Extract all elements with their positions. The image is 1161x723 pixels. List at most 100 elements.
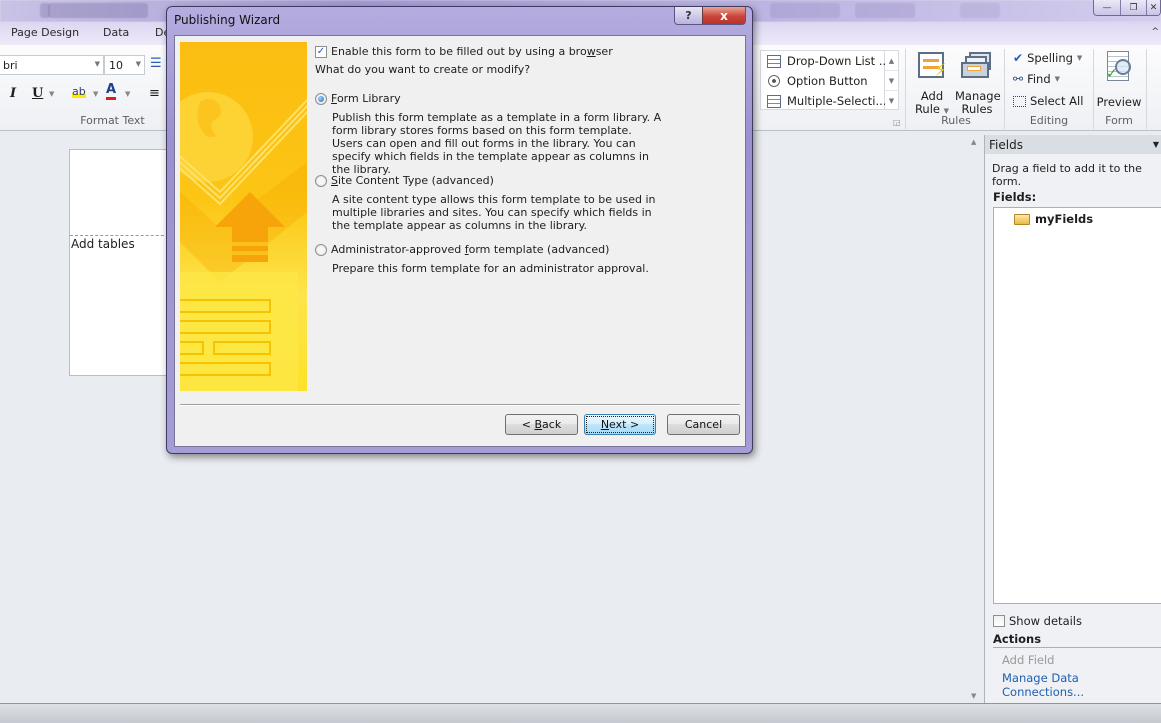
group-label-format-text: Format Text <box>80 114 145 127</box>
option-label: Site Content Type (advanced) <box>331 174 494 187</box>
dialog-separator <box>180 404 740 406</box>
font-name-value: bri <box>3 59 18 72</box>
option-admin-approved[interactable]: Administrator-approved form template (ad… <box>315 243 609 256</box>
taskbar-blur <box>48 3 148 18</box>
button-accesskey: N <box>600 418 610 431</box>
align-left-icon[interactable]: ≡ <box>149 86 160 101</box>
section-divider <box>70 235 179 236</box>
actions-heading: Actions <box>993 632 1161 648</box>
gallery-item-dropdown[interactable]: Drop-Down List ... <box>767 54 890 68</box>
spelling-icon: ✔ <box>1013 51 1024 65</box>
highlight-button[interactable]: ab <box>72 85 86 98</box>
add-field-link[interactable]: Add Field <box>1002 653 1054 667</box>
find-button[interactable]: ⚯ Find ▼ <box>1013 72 1060 86</box>
help-icon: ? <box>685 9 692 22</box>
dialog-title: Publishing Wizard <box>174 13 281 27</box>
add-tables-placeholder[interactable]: Add tables <box>71 237 135 251</box>
fields-label: Fields: <box>993 190 1037 204</box>
spelling-label: Spelling <box>1027 51 1073 65</box>
tab-data[interactable]: Data <box>103 26 129 39</box>
manage-rules-button[interactable]: Manage Rules <box>955 50 1001 116</box>
gallery-scroll-down-icon[interactable]: ▼ <box>885 71 898 91</box>
option-description: Publish this form template as a template… <box>332 111 662 176</box>
window-controls: — ❐ ✕ <box>1093 0 1161 16</box>
dialog-launcher-icon[interactable]: ◲ <box>893 118 901 127</box>
spelling-button[interactable]: ✔ Spelling ▼ <box>1013 51 1082 65</box>
select-all-button[interactable]: Select All <box>1013 94 1083 108</box>
multiple-selection-icon <box>767 94 781 108</box>
form-canvas[interactable]: Add tables <box>69 149 179 376</box>
back-button[interactable]: < Back <box>505 414 578 435</box>
group-label-rules: Rules <box>941 114 971 127</box>
bullets-icon[interactable]: ☰ <box>150 56 162 71</box>
gallery-more-icon[interactable]: ▼ <box>885 91 898 111</box>
globe-upload-illustration <box>180 92 307 391</box>
chevron-down-icon[interactable]: ▼ <box>1153 140 1159 149</box>
gallery-scroll-up-icon[interactable]: ▲ <box>885 51 898 71</box>
close-dialog-button[interactable]: x <box>702 7 745 24</box>
select-all-icon <box>1013 95 1026 107</box>
label-text: ite Content Type (advanced) <box>337 174 494 187</box>
chevron-down-icon[interactable]: ▼ <box>125 90 130 98</box>
label-accesskey: w <box>586 45 596 58</box>
font-size-value: 10 <box>109 59 123 72</box>
chevron-down-icon[interactable]: ▼ <box>93 90 98 98</box>
close-icon: ✕ <box>1149 2 1158 13</box>
radio-selected-icon[interactable] <box>315 92 327 105</box>
help-button[interactable]: ? <box>675 7 702 24</box>
underline-button[interactable]: U <box>32 86 43 101</box>
option-form-library[interactable]: Form Library <box>315 92 401 105</box>
radio-icon[interactable] <box>315 174 327 187</box>
chevron-down-icon: ▼ <box>1076 54 1083 62</box>
font-name-combo[interactable]: bri ▼ <box>0 55 104 75</box>
show-details-checkbox[interactable]: Show details <box>993 614 1082 628</box>
enable-browser-checkbox[interactable]: ✓ Enable this form to be filled out by u… <box>315 45 613 58</box>
tab-page-design[interactable]: Page Design <box>11 26 79 39</box>
group-separator <box>905 49 906 129</box>
label-text: Administrator-approved <box>331 243 465 256</box>
collapse-ribbon-icon[interactable]: ^ <box>1151 27 1159 37</box>
fields-task-pane: Fields ▼ Drag a field to add it to the f… <box>984 135 1161 703</box>
focus-rect: Next > <box>585 416 655 433</box>
add-rule-button[interactable]: ⚡ Add Rule ▼ <box>912 50 952 118</box>
checkbox-icon[interactable] <box>993 615 1005 627</box>
scroll-down-icon[interactable]: ▼ <box>971 692 976 700</box>
option-label: Administrator-approved form template (ad… <box>331 243 609 256</box>
option-description: Prepare this form template for an admini… <box>332 262 649 275</box>
tree-item-myfields[interactable]: myFields <box>1014 212 1093 226</box>
option-button-icon <box>768 75 780 87</box>
restore-button[interactable]: ❐ <box>1120 0 1146 15</box>
dialog-controls: ? x <box>674 7 746 25</box>
chevron-down-icon[interactable]: ▼ <box>49 90 54 98</box>
cancel-button[interactable]: Cancel <box>667 414 740 435</box>
gallery-item-option-button[interactable]: Option Button <box>767 74 868 88</box>
gallery-scrollbar[interactable]: ▲ ▼ ▼ <box>885 50 899 110</box>
wizard-banner-image <box>180 42 307 391</box>
canvas-scrollbar[interactable]: ▲ ▼ <box>967 133 984 703</box>
task-pane-header[interactable]: Fields ▼ <box>985 135 1161 154</box>
select-all-label: Select All <box>1030 94 1084 108</box>
button-text: ext > <box>609 418 640 431</box>
next-button[interactable]: Next > <box>584 414 656 435</box>
close-window-button[interactable]: ✕ <box>1146 0 1160 15</box>
checkmark-icon[interactable]: ✓ <box>315 45 327 58</box>
option-site-content-type[interactable]: Site Content Type (advanced) <box>315 174 494 187</box>
gallery-item-label: Option Button <box>787 74 868 88</box>
italic-button[interactable]: I <box>10 86 16 101</box>
show-details-label: Show details <box>1009 614 1082 628</box>
radio-icon[interactable] <box>315 243 327 256</box>
scroll-up-icon[interactable]: ▲ <box>971 138 976 146</box>
label-text: orm template (advanced) <box>468 243 610 256</box>
preview-button[interactable]: ✓ Preview <box>1096 50 1142 109</box>
minimize-icon: — <box>1102 2 1112 13</box>
manage-data-connections-link[interactable]: Manage Data Connections... <box>1002 671 1161 699</box>
font-color-button[interactable]: A <box>106 83 117 100</box>
gallery-item-multiple-selection[interactable]: Multiple-Selecti... <box>767 94 886 108</box>
font-size-combo[interactable]: 10 ▼ <box>104 55 145 75</box>
taskbar-blur <box>855 3 915 18</box>
chevron-down-icon: ▼ <box>94 60 100 68</box>
label-text: orm Library <box>336 92 401 105</box>
minimize-button[interactable]: — <box>1094 0 1120 15</box>
label-accesskey: S <box>331 174 338 187</box>
task-pane-title: Fields <box>989 138 1023 152</box>
